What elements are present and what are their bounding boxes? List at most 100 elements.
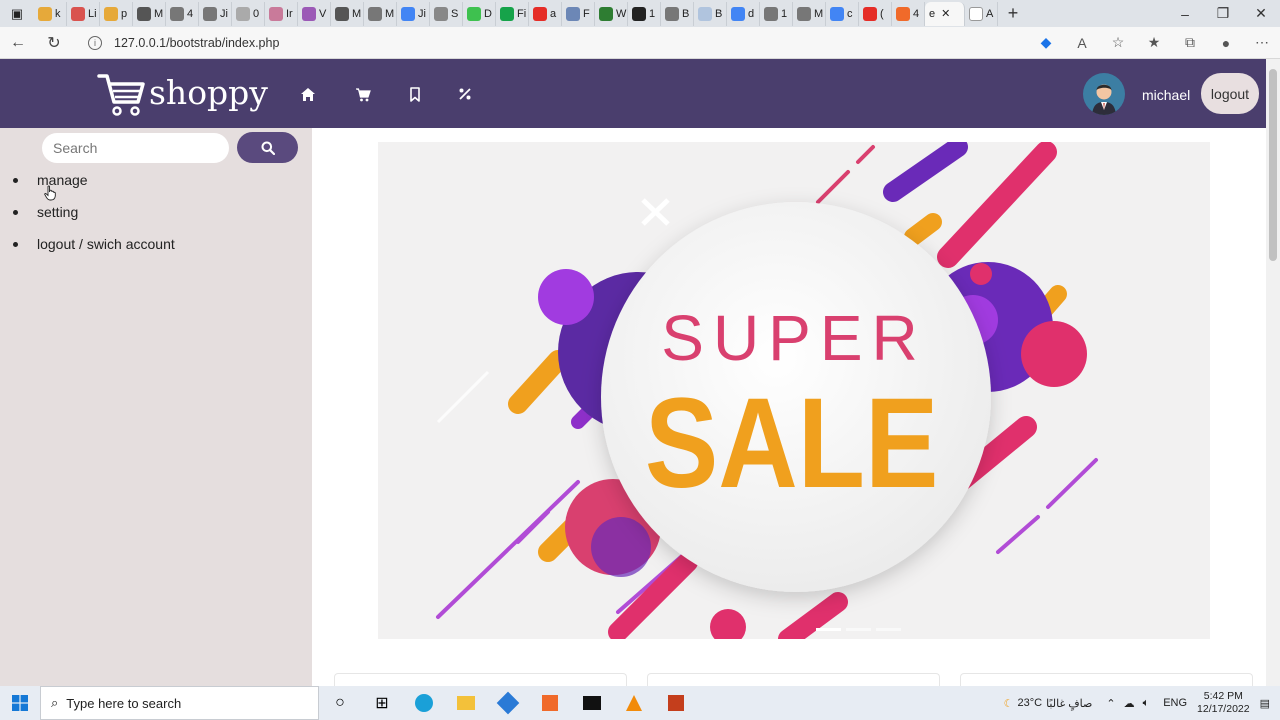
tab-label: d (748, 7, 755, 20)
site-logo[interactable]: shoppy (97, 71, 268, 117)
notifications-icon[interactable]: ▤ (1260, 697, 1270, 710)
info-icon[interactable]: i (88, 35, 102, 50)
percent-icon[interactable] (454, 83, 476, 105)
windows-start-icon[interactable] (0, 686, 40, 720)
browser-tab[interactable]: F (562, 1, 595, 26)
url-field[interactable]: i 127.0.0.1/bootstrab/index.php (82, 30, 1028, 56)
sidebar-item-logout-switch-account[interactable]: logout / swich account (13, 236, 175, 268)
weather-icon[interactable]: ☾ (1004, 697, 1014, 710)
browser-tab[interactable]: 4 (892, 1, 925, 26)
back-icon[interactable]: ← (0, 27, 36, 59)
sale-banner-carousel[interactable]: SUPER SALE (378, 142, 1210, 639)
browser-tab[interactable]: 0 (232, 1, 265, 26)
browser-tab[interactable]: Fi (496, 1, 529, 26)
browser-tab[interactable]: M (331, 1, 364, 26)
tab-amazon[interactable]: A (965, 1, 998, 26)
browser-tab[interactable]: M (793, 1, 826, 26)
username[interactable]: michael (1142, 87, 1190, 103)
sidebar-item-manage[interactable]: manage (13, 172, 175, 204)
amazon-icon (969, 6, 983, 21)
browser-tab[interactable]: Li (67, 1, 100, 26)
cart-icon[interactable] (352, 83, 374, 105)
product-card[interactable] (647, 673, 940, 687)
vlc-icon[interactable] (613, 686, 655, 720)
browser-tab[interactable]: M (133, 1, 166, 26)
tab-label: p (121, 7, 128, 20)
browser-tab[interactable]: V (298, 1, 331, 26)
browser-tab[interactable]: W (595, 1, 628, 26)
weather-temperature[interactable]: 23°C (1018, 697, 1043, 709)
close-tab-icon[interactable]: ✕ (941, 7, 950, 20)
network-icon[interactable]: ☁ (1124, 697, 1135, 710)
price-tag-icon[interactable]: ◆ (1028, 27, 1064, 59)
tab-favicon-icon (764, 6, 778, 21)
taskbar-search-placeholder: Type here to search (66, 695, 182, 711)
browser-tab[interactable]: d (727, 1, 760, 26)
browser-tab[interactable]: 1 (628, 1, 661, 26)
maximize-icon[interactable]: ❐ (1204, 5, 1242, 22)
tab-active[interactable]: e ✕ (925, 1, 965, 26)
collections-icon[interactable]: ⧉ (1172, 27, 1208, 59)
tab-label: Ji (418, 7, 426, 20)
browser-tab[interactable]: Ir (265, 1, 298, 26)
xampp-icon[interactable] (529, 686, 571, 720)
powerpoint-icon[interactable] (655, 686, 697, 720)
avatar[interactable] (1083, 73, 1125, 115)
carousel-indicator[interactable] (846, 628, 871, 631)
bookmark-icon[interactable] (404, 83, 426, 105)
page-scrollbar[interactable] (1266, 59, 1280, 686)
tab-actions-icon[interactable]: ▣ (0, 0, 34, 27)
tab-label: B (682, 7, 690, 20)
minimize-icon[interactable]: – (1166, 6, 1204, 22)
favorites-icon[interactable]: ★ (1136, 27, 1172, 59)
tab-favicon-icon (863, 6, 877, 21)
logout-button[interactable]: logout (1201, 73, 1259, 114)
browser-tab[interactable]: B (661, 1, 694, 26)
vscode-icon[interactable] (487, 686, 529, 720)
tab-label: c (847, 7, 853, 20)
edge-icon[interactable] (403, 686, 445, 720)
home-icon[interactable] (297, 83, 319, 105)
browser-tab[interactable]: 4 (166, 1, 199, 26)
tab-label: W (616, 7, 627, 20)
task-view-icon[interactable]: ⊞ (361, 686, 403, 720)
browser-tab[interactable]: k (34, 1, 67, 26)
tab-favicon-icon (698, 6, 712, 21)
favorite-add-icon[interactable]: ☆ (1100, 27, 1136, 59)
clock[interactable]: 5:42 PM 12/17/2022 (1197, 690, 1250, 716)
refresh-icon[interactable]: ↻ (36, 27, 72, 59)
profile-icon[interactable]: ● (1208, 27, 1244, 59)
carousel-indicator[interactable] (816, 628, 841, 631)
sidebar-menu: manage setting logout / swich account (13, 172, 175, 268)
browser-tab[interactable]: D (463, 1, 496, 26)
browser-tab[interactable]: M (364, 1, 397, 26)
browser-tab[interactable]: 1 (760, 1, 793, 26)
browser-tab[interactable]: S (430, 1, 463, 26)
read-aloud-icon[interactable]: A (1064, 27, 1100, 59)
close-window-icon[interactable]: ✕ (1242, 5, 1280, 22)
cortana-icon[interactable]: ○ (319, 686, 361, 720)
terminal-icon[interactable] (571, 686, 613, 720)
carousel-indicator[interactable] (876, 628, 901, 631)
scrollbar-thumb[interactable] (1269, 69, 1277, 261)
browser-tab[interactable]: c (826, 1, 859, 26)
browser-tab[interactable]: Ji (397, 1, 430, 26)
product-card[interactable] (960, 673, 1253, 687)
search-button[interactable] (237, 132, 298, 163)
volume-icon[interactable]: 🔈︎ (1143, 697, 1150, 710)
more-icon[interactable]: ⋯ (1244, 27, 1280, 59)
taskbar-search-input[interactable]: ⌕ Type here to search (40, 686, 319, 720)
browser-tab[interactable]: B (694, 1, 727, 26)
browser-tab[interactable]: ( (859, 1, 892, 26)
file-explorer-icon[interactable] (445, 686, 487, 720)
weather-description[interactable]: صافٍ غالبًا (1046, 697, 1092, 710)
language-indicator[interactable]: ENG (1163, 697, 1187, 709)
product-card[interactable] (334, 673, 627, 687)
browser-tab[interactable]: p (100, 1, 133, 26)
tray-expand-icon[interactable]: ⌃ (1106, 697, 1115, 710)
search-input[interactable] (42, 133, 229, 163)
sidebar-item-setting[interactable]: setting (13, 204, 175, 236)
browser-tab[interactable]: Ji (199, 1, 232, 26)
new-tab-button[interactable]: + (998, 3, 1028, 24)
browser-tab[interactable]: a (529, 1, 562, 26)
